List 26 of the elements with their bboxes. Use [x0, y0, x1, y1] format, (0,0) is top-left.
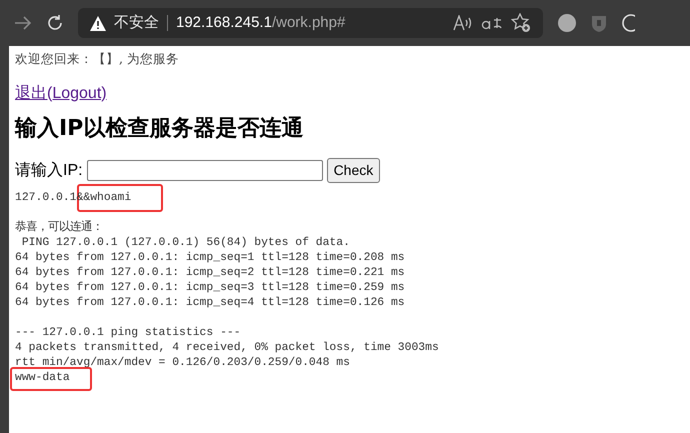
output-line: 64 bytes from 127.0.0.1: icmp_seq=3 ttl=128 time=0.259 ms [15, 281, 406, 296]
address-bar[interactable]: 不安全 192.168.245.1/work.php# [78, 8, 543, 38]
output-line: 恭喜，可以连通： [15, 221, 104, 236]
output-line: 4 packets transmitted, 4 received, 0% packet loss, time 3003ms [15, 341, 440, 356]
refresh-icon[interactable] [46, 14, 64, 32]
output-line: rtt min/avg/max/mdev = 0.126/0.203/0.259/0.048 ms [15, 356, 351, 372]
security-label[interactable]: 不安全 [114, 12, 159, 34]
profile-circle-icon[interactable] [557, 13, 577, 33]
welcome-text: 欢迎您回来：【】, 为您服务 [15, 50, 180, 68]
check-button[interactable]: Check [326, 158, 380, 184]
ip-input-field[interactable] [86, 160, 323, 182]
output-line: --- 127.0.0.1 ping statistics --- [15, 326, 242, 342]
read-aloud-icon[interactable] [453, 15, 473, 31]
output-line: PING 127.0.0.1 (127.0.0.1) 56(84) bytes of data. [20, 236, 351, 252]
output-line: www-data [15, 371, 684, 386]
logout-link[interactable]: 退出(Logout) [15, 82, 107, 106]
ip-label: 请输入IP: [15, 160, 83, 181]
output-line: 64 bytes from 127.0.0.1: icmp_seq=4 ttl=128 time=0.126 ms [15, 296, 406, 312]
translate-icon[interactable] [481, 16, 503, 30]
forward-arrow-icon[interactable] [14, 15, 32, 31]
star-add-icon[interactable] [511, 13, 531, 33]
url-text[interactable]: 192.168.245.1/work.php# [176, 12, 346, 34]
page-heading: 输入IP以检查服务器是否连通 [15, 116, 304, 142]
warning-icon [90, 16, 106, 30]
output-line: 64 bytes from 127.0.0.1: icmp_seq=1 ttl=128 time=0.208 ms [15, 251, 406, 266]
output-line: 64 bytes from 127.0.0.1: icmp_seq=2 ttl=128 time=0.221 ms [15, 266, 406, 282]
